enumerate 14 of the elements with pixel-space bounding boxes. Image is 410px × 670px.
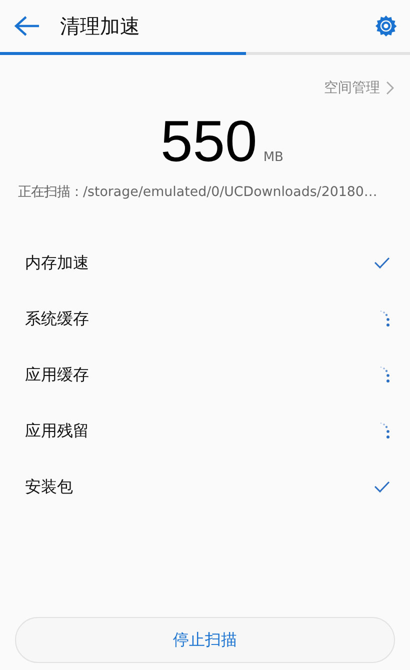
scanning-path: 正在扫描：/storage/emulated/0/UCDownloads/20180… — [18, 184, 378, 201]
category-label: 内存加速 — [25, 252, 89, 274]
category-label: 系统缓存 — [25, 308, 89, 330]
chevron-icon — [386, 81, 394, 95]
category-label: 应用残留 — [25, 420, 89, 442]
category-label: 应用缓存 — [25, 364, 89, 386]
stop-scan-button[interactable]: 停止扫描 — [15, 617, 395, 663]
page-title: 清理加速 — [60, 12, 141, 40]
size-unit: MB — [263, 150, 284, 165]
back-icon[interactable] — [14, 15, 40, 37]
category-label: 安装包 — [25, 476, 73, 498]
storage-management-link[interactable]: 空间管理 — [324, 79, 394, 97]
settings-icon[interactable] — [374, 14, 398, 38]
junk-size: 550 — [160, 111, 258, 173]
